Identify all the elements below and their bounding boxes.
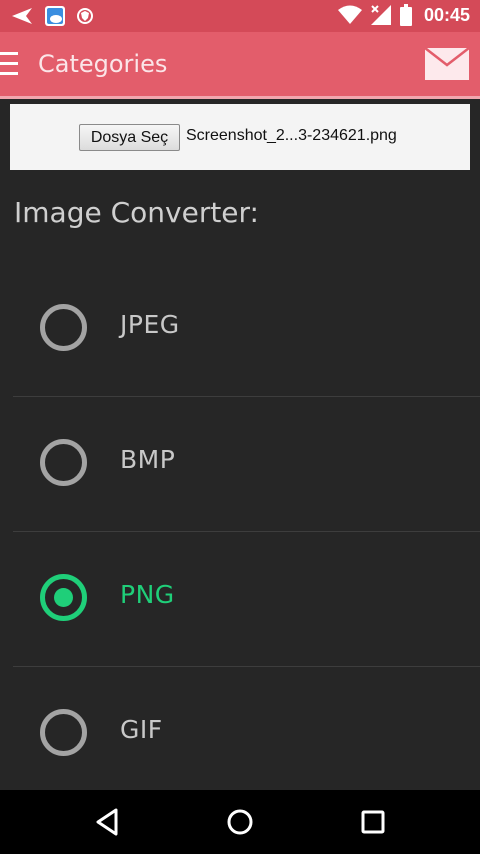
- shield-notification-icon: [77, 8, 93, 24]
- app-bar: Categories: [0, 32, 480, 96]
- app-title: Categories: [38, 50, 168, 78]
- radio-label: JPEG: [120, 310, 180, 339]
- radio-button-checked-icon[interactable]: [40, 574, 87, 621]
- selected-file-name: Screenshot_2...3-234621.png: [186, 127, 397, 144]
- wifi-icon: [337, 5, 362, 24]
- radio-option-jpeg[interactable]: JPEG: [0, 259, 480, 393]
- system-status-icons: 00:45: [337, 4, 470, 26]
- choose-file-button[interactable]: Dosya Seç: [79, 124, 180, 151]
- home-icon[interactable]: [226, 807, 254, 837]
- hamburger-menu-icon[interactable]: [0, 52, 18, 76]
- file-picker: Dosya Seç Screenshot_2...3-234621.png: [10, 104, 470, 170]
- status-time: 00:45: [423, 4, 470, 25]
- navigation-bar: [0, 790, 480, 854]
- radio-label: PNG: [120, 580, 175, 609]
- status-bar: 00:45: [0, 0, 480, 32]
- radio-option-gif[interactable]: GIF: [0, 664, 480, 798]
- app-bar-divider: [0, 96, 480, 99]
- image-converter-heading: Image Converter:: [14, 196, 259, 229]
- radio-button-icon[interactable]: [40, 709, 87, 756]
- radio-button-icon[interactable]: [40, 304, 87, 351]
- radio-option-png[interactable]: PNG: [0, 529, 480, 663]
- battery-icon: [399, 4, 412, 26]
- signal-icon: [370, 5, 391, 25]
- notification-icons: [10, 5, 94, 27]
- back-arrow-notification-icon: [12, 8, 32, 24]
- radio-label: BMP: [120, 445, 176, 474]
- radio-label: GIF: [120, 715, 163, 744]
- mail-icon[interactable]: [424, 47, 470, 81]
- recents-icon[interactable]: [360, 807, 386, 837]
- radio-option-bmp[interactable]: BMP: [0, 394, 480, 528]
- radio-dot: [54, 588, 73, 607]
- radio-button-icon[interactable]: [40, 439, 87, 486]
- weather-notification-icon: [45, 6, 65, 26]
- back-icon[interactable]: [94, 807, 120, 837]
